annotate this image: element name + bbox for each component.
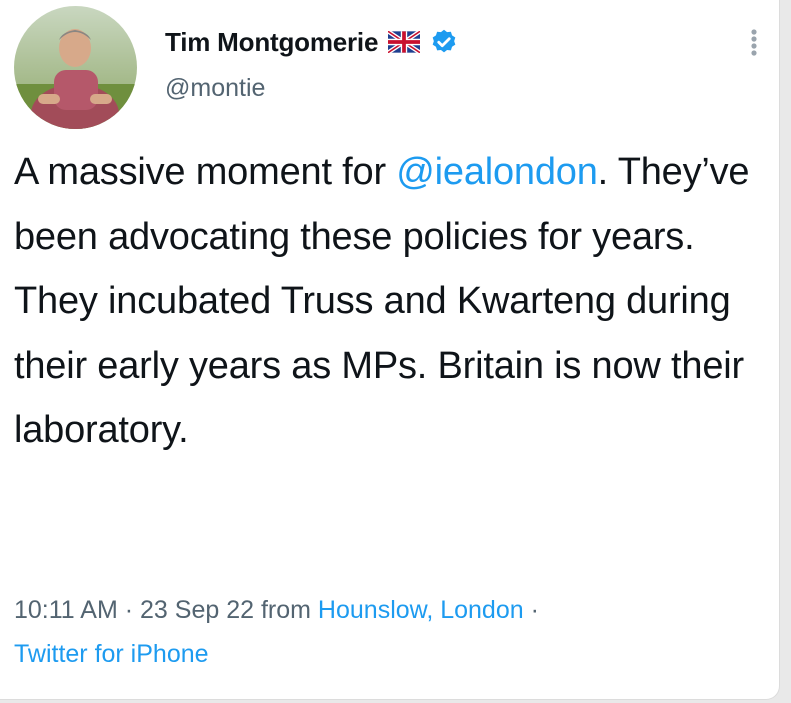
tweet-card: Tim Montgomerie @montie A massive moment… [0,0,780,700]
author-name-row: Tim Montgomerie [165,22,458,62]
author-handle[interactable]: @montie [165,74,265,103]
uk-flag-icon [388,31,421,53]
tweet-text: A massive moment for @iealondon. They’ve… [14,140,774,463]
meta-separator-2: · [530,596,539,624]
tweet-text-rest: . They’ve been advocating these policies… [14,151,750,451]
tweet-text-start: A massive moment for [14,151,397,193]
author-display-name[interactable]: Tim Montgomerie [165,27,378,58]
avatar[interactable] [14,6,137,129]
tweet-time[interactable]: 10:11 AM [14,596,118,624]
more-options-icon[interactable] [748,28,760,58]
source-link[interactable]: Twitter for iPhone [14,640,209,668]
tweet-meta: 10:11 AM · 23 Sep 22 from Hounslow, Lond… [14,588,754,676]
meta-separator: · [124,596,134,624]
tweet-date[interactable]: 23 Sep 22 [140,596,254,624]
mention-link[interactable]: @iealondon [396,151,598,193]
location-link[interactable]: Hounslow, London [318,596,524,624]
verified-badge-icon [432,29,456,53]
avatar-photo [14,6,137,129]
from-label: from [260,596,311,624]
